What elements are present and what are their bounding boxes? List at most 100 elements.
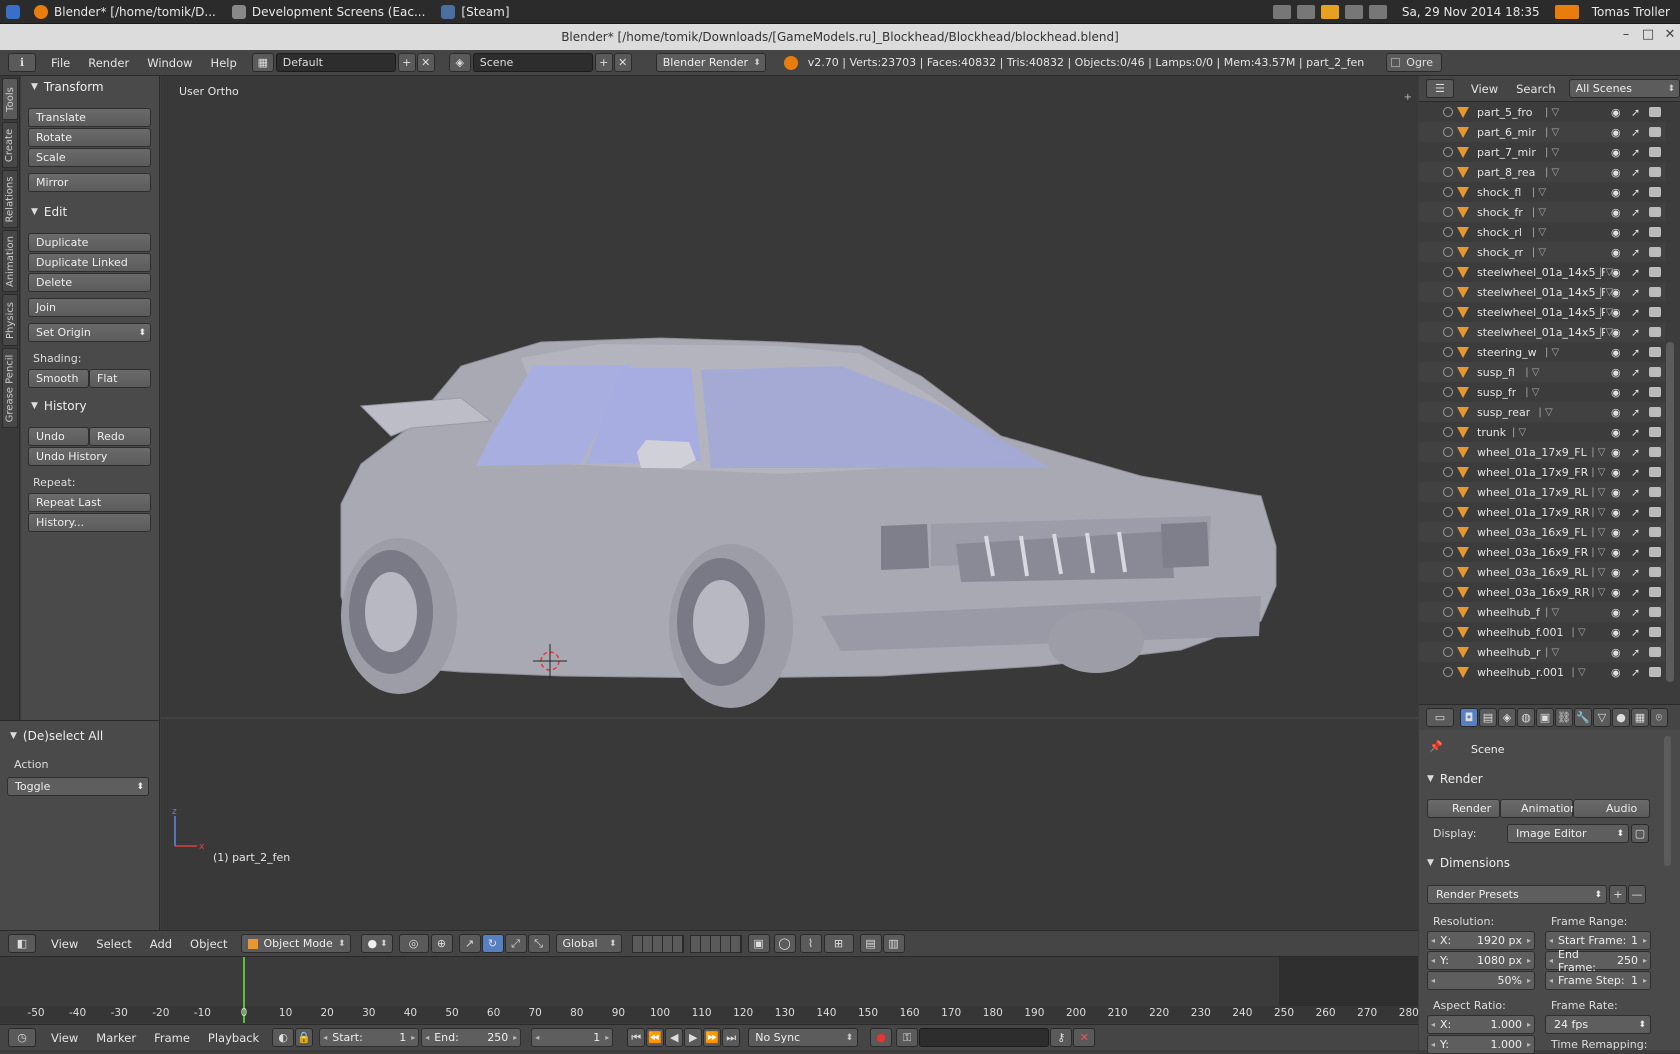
preview-range-icon[interactable]: ◐ bbox=[272, 1028, 295, 1047]
render-camera-icon[interactable] bbox=[1649, 547, 1661, 557]
visibility-eye-icon[interactable]: ◉ bbox=[1611, 646, 1621, 659]
tab-create[interactable]: Create bbox=[2, 122, 18, 168]
mesh-data-icon[interactable]: | ▽ bbox=[1591, 507, 1605, 518]
start-frame-field[interactable]: Start: 1 bbox=[319, 1028, 420, 1047]
outliner-item-name[interactable]: part_6_mir bbox=[1477, 126, 1536, 139]
warning-icon[interactable] bbox=[1320, 4, 1339, 19]
pin-icon[interactable]: 📌 bbox=[1429, 740, 1443, 753]
search-icon[interactable] bbox=[1296, 4, 1315, 19]
expand-icon[interactable] bbox=[1443, 567, 1453, 577]
menu-help[interactable]: Help bbox=[202, 56, 246, 70]
outliner[interactable]: part_5_fro | ▽ ◉ ➚ part_6_mir | ▽ ◉ ➚ part_7_mir… bbox=[1419, 102, 1680, 704]
edit-panel-header[interactable]: ▼ Edit bbox=[31, 205, 67, 219]
expand-icon[interactable] bbox=[1443, 667, 1453, 677]
mesh-data-icon[interactable]: | ▽ bbox=[1532, 207, 1546, 218]
outliner-item-name[interactable]: wheelhub_r.001 bbox=[1477, 666, 1564, 679]
tab-animation[interactable]: Animation bbox=[2, 230, 18, 292]
delete-button[interactable]: Delete bbox=[28, 273, 151, 292]
outliner-item[interactable]: wheel_01a_17x9_FR | ▽ ◉ ➚ bbox=[1419, 462, 1665, 482]
expand-icon[interactable] bbox=[1443, 407, 1453, 417]
outliner-item[interactable]: wheel_01a_17x9_FL | ▽ ◉ ➚ bbox=[1419, 442, 1665, 462]
selectability-arrow-icon[interactable]: ➚ bbox=[1631, 486, 1640, 499]
expand-icon[interactable] bbox=[1443, 487, 1453, 497]
selectability-arrow-icon[interactable]: ➚ bbox=[1631, 346, 1640, 359]
menu-view[interactable]: View bbox=[42, 1031, 87, 1045]
render-camera-icon[interactable] bbox=[1649, 207, 1661, 217]
render-camera-icon[interactable] bbox=[1649, 247, 1661, 257]
render-camera-icon[interactable] bbox=[1649, 287, 1661, 297]
outliner-item[interactable]: wheel_01a_17x9_RR | ▽ ◉ ➚ bbox=[1419, 502, 1665, 522]
taskbar-item-steam[interactable]: [Steam] bbox=[433, 0, 517, 24]
expand-icon[interactable] bbox=[1443, 247, 1453, 257]
mesh-data-icon[interactable]: | ▽ bbox=[1532, 247, 1546, 258]
user-name[interactable]: Tomas Troller bbox=[1592, 5, 1670, 19]
selectability-arrow-icon[interactable]: ➚ bbox=[1631, 146, 1640, 159]
render-presets-dropdown[interactable]: Render Presets ⬍ bbox=[1427, 885, 1607, 904]
sync-dropdown[interactable]: No Sync bbox=[748, 1028, 859, 1047]
render-camera-icon[interactable] bbox=[1649, 467, 1661, 477]
data-context-icon[interactable]: ▽ bbox=[1593, 708, 1611, 727]
duplicate-linked-button[interactable]: Duplicate Linked bbox=[28, 253, 151, 272]
outliner-item-name[interactable]: wheel_03a_16x9_FL bbox=[1477, 526, 1587, 539]
scene-context-icon[interactable]: ◈ bbox=[1498, 708, 1516, 727]
expand-icon[interactable] bbox=[1443, 607, 1453, 617]
selectability-arrow-icon[interactable]: ➚ bbox=[1631, 466, 1640, 479]
menu-view[interactable]: View bbox=[42, 937, 87, 951]
mesh-data-icon[interactable]: | ▽ bbox=[1545, 647, 1559, 658]
render-camera-icon[interactable] bbox=[1649, 667, 1661, 677]
visibility-eye-icon[interactable]: ◉ bbox=[1611, 426, 1621, 439]
render-camera-icon[interactable] bbox=[1649, 127, 1661, 137]
expand-icon[interactable] bbox=[1443, 167, 1453, 177]
mesh-data-icon[interactable]: | ▽ bbox=[1545, 147, 1559, 158]
visibility-eye-icon[interactable]: ◉ bbox=[1611, 466, 1621, 479]
visibility-eye-icon[interactable]: ◉ bbox=[1611, 566, 1621, 579]
expand-icon[interactable] bbox=[1443, 327, 1453, 337]
selectability-arrow-icon[interactable]: ➚ bbox=[1631, 646, 1640, 659]
selectability-arrow-icon[interactable]: ➚ bbox=[1631, 186, 1640, 199]
render-button[interactable]: Render bbox=[1427, 799, 1500, 818]
outliner-item-name[interactable]: shock_fr bbox=[1477, 206, 1523, 219]
mesh-data-icon[interactable]: | ▽ bbox=[1532, 187, 1546, 198]
render-camera-icon[interactable] bbox=[1649, 187, 1661, 197]
add-preset-icon[interactable]: + bbox=[1609, 885, 1627, 904]
render-preview-icon[interactable]: ▤ bbox=[859, 934, 882, 953]
taskbar-item-blender[interactable]: Blender* [/home/tomik/D... bbox=[26, 0, 224, 24]
car-model[interactable]: x z bbox=[161, 76, 1418, 930]
manipulator-icon[interactable]: ⊕ bbox=[430, 934, 453, 953]
layers-grid[interactable] bbox=[631, 934, 684, 953]
outliner-item[interactable]: part_8_rea | ▽ ◉ ➚ bbox=[1419, 162, 1665, 182]
render-camera-icon[interactable] bbox=[1649, 147, 1661, 157]
outliner-item-name[interactable]: part_5_fro bbox=[1477, 106, 1532, 119]
aspect-x-field[interactable]: X: 1.000 bbox=[1427, 1015, 1535, 1034]
undo-button[interactable]: Undo bbox=[28, 427, 89, 446]
ogre-toggle[interactable]: Ogre bbox=[1386, 53, 1443, 72]
delete-key-icon[interactable]: ✕ bbox=[1073, 1028, 1096, 1047]
outliner-item-name[interactable]: shock_rl bbox=[1477, 226, 1522, 239]
remove-screen-icon[interactable]: ✕ bbox=[416, 53, 435, 72]
action-dropdown[interactable]: Toggle ⬍ bbox=[7, 777, 149, 796]
set-origin-dropdown[interactable]: Set Origin ⬍ bbox=[28, 323, 151, 342]
mirror-button[interactable]: Mirror bbox=[28, 173, 151, 192]
outliner-scrollbar[interactable] bbox=[1666, 102, 1674, 702]
scale-manip-icon[interactable]: ⤢ bbox=[504, 934, 527, 953]
selectability-arrow-icon[interactable]: ➚ bbox=[1631, 506, 1640, 519]
lock-range-icon[interactable]: 🔒 bbox=[295, 1028, 314, 1047]
outliner-item[interactable]: wheel_03a_16x9_RL | ▽ ◉ ➚ bbox=[1419, 562, 1665, 582]
outliner-item[interactable]: susp_fl | ▽ ◉ ➚ bbox=[1419, 362, 1665, 382]
editor-type-icon[interactable]: ▭ bbox=[1426, 708, 1454, 727]
outliner-item[interactable]: wheel_01a_17x9_RL | ▽ ◉ ➚ bbox=[1419, 482, 1665, 502]
outliner-item[interactable]: wheel_03a_16x9_RR | ▽ ◉ ➚ bbox=[1419, 582, 1665, 602]
taskbar-item-dev-screens[interactable]: Development Screens (Eac... bbox=[224, 0, 434, 24]
close-icon[interactable]: ✕ bbox=[1663, 28, 1677, 42]
scene-field[interactable]: Scene bbox=[472, 53, 593, 72]
visibility-eye-icon[interactable]: ◉ bbox=[1611, 346, 1621, 359]
outliner-item-name[interactable]: steelwheel_01a_14x5_Fl bbox=[1477, 286, 1605, 299]
keying-set-field[interactable] bbox=[919, 1028, 1050, 1047]
visibility-eye-icon[interactable]: ◉ bbox=[1611, 126, 1621, 139]
expand-icon[interactable] bbox=[1443, 387, 1453, 397]
mesh-data-icon[interactable]: | ▽ bbox=[1591, 527, 1605, 538]
mesh-data-icon[interactable]: | ▽ bbox=[1591, 547, 1605, 558]
visibility-eye-icon[interactable]: ◉ bbox=[1611, 306, 1621, 319]
outliner-item[interactable]: wheelhub_f | ▽ ◉ ➚ bbox=[1419, 602, 1665, 622]
shading-dropdown[interactable]: ● bbox=[360, 934, 393, 953]
